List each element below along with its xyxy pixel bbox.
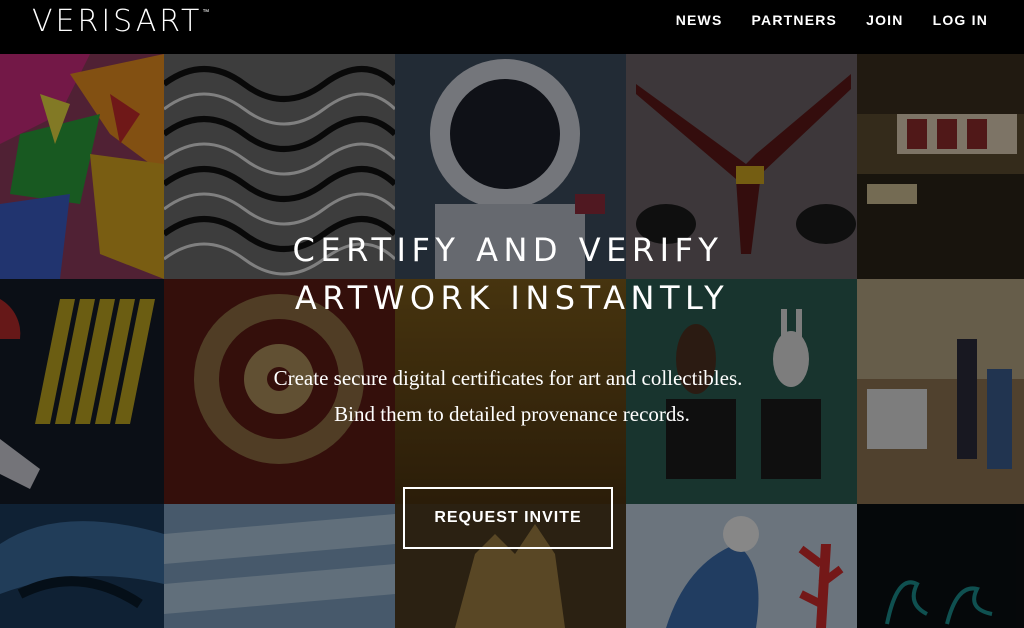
verisart-logo[interactable]: VERISART™	[32, 4, 209, 39]
nav-join-link[interactable]: JOIN	[866, 12, 903, 28]
nav-login-link[interactable]: LOG IN	[933, 12, 988, 28]
subtitle-line-2: Bind them to detailed provenance records…	[334, 402, 690, 426]
request-invite-button[interactable]: REQUEST INVITE	[403, 487, 613, 549]
headline-line-2: ARTWORK INSTANTLY	[294, 279, 730, 317]
headline-line-1: CERTIFY AND VERIFY	[292, 231, 724, 269]
site-header: VERISART™ NEWS PARTNERS JOIN LOG IN	[0, 0, 1024, 54]
trademark-mark: ™	[202, 8, 210, 16]
logo-text: VERISART	[32, 4, 203, 39]
nav-news-link[interactable]: NEWS	[676, 12, 723, 28]
subtitle-line-1: Create secure digital certificates for a…	[273, 366, 743, 390]
hero-section: CERTIFY AND VERIFY ARTWORK INSTANTLY Cre…	[0, 0, 1024, 628]
nav-partners-link[interactable]: PARTNERS	[752, 12, 838, 28]
main-nav: NEWS PARTNERS JOIN LOG IN	[676, 12, 988, 28]
